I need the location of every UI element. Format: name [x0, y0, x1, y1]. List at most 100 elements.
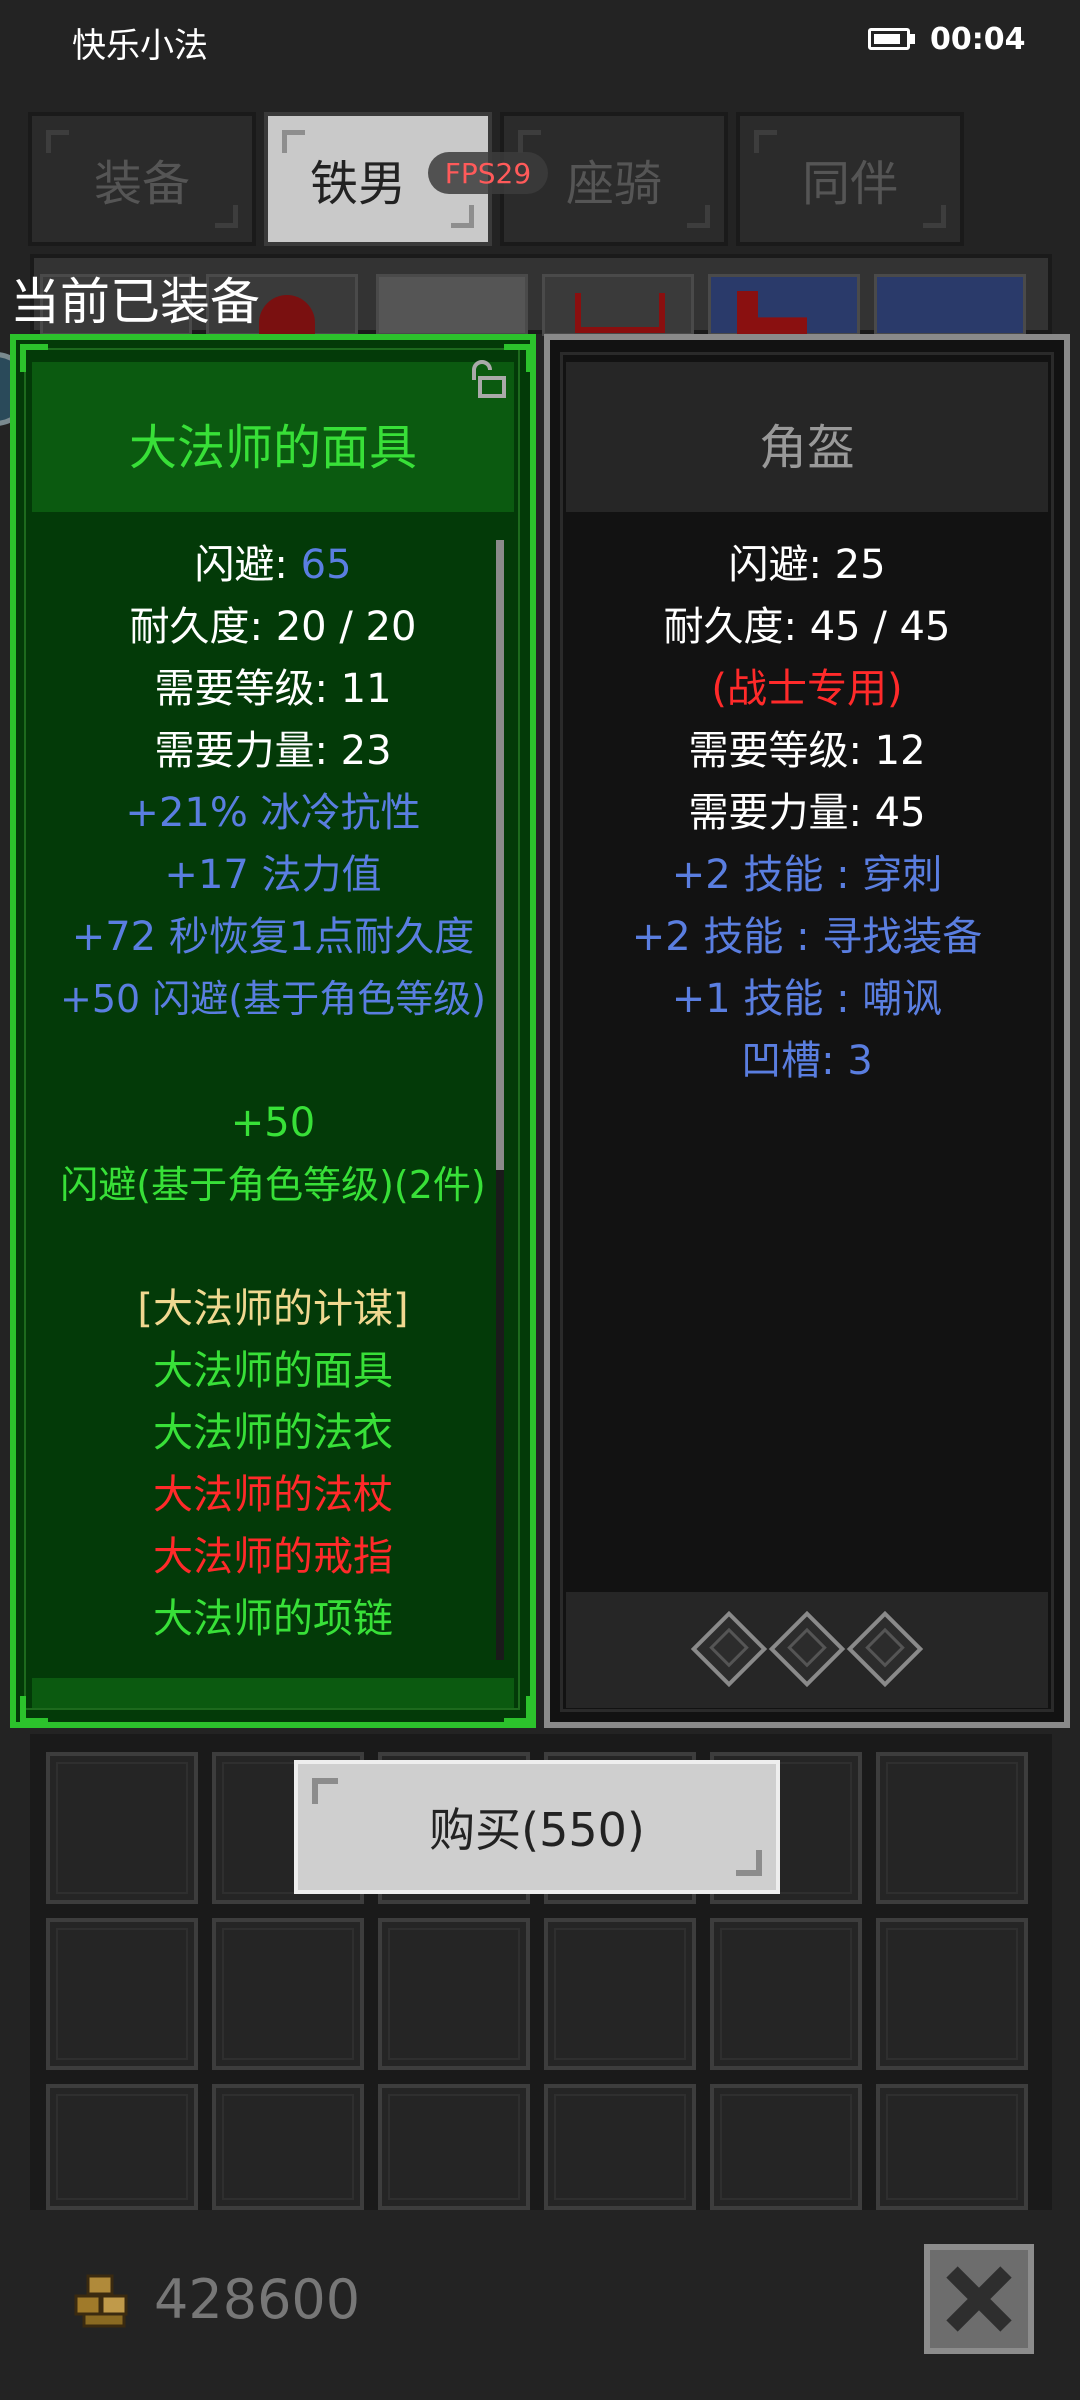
inventory-slot[interactable] [710, 1918, 862, 2070]
equipped-item-stats: 闪避: 65 耐久度: 20 / 20 需要等级: 11 需要力量: 23 +2… [32, 534, 514, 1650]
tab-corner [451, 205, 474, 228]
battery-icon [868, 28, 910, 50]
inventory-slot[interactable] [876, 1752, 1028, 1904]
armor-icon [575, 293, 665, 333]
slot-inner [56, 1928, 188, 2060]
set-bonus-desc: 闪避(基于角色等级)(2件) [60, 1163, 486, 1207]
equipped-label: 当前已装备 [10, 273, 260, 331]
inventory-slot[interactable] [212, 1918, 364, 2070]
stat-req-strength: 需要力量: 23 [154, 728, 392, 774]
equipment-slot[interactable] [542, 274, 694, 336]
stat-durability: 耐久度: 45 / 45 [663, 604, 951, 650]
slot-inner [56, 2094, 188, 2200]
tab-corner [46, 130, 69, 153]
set-piece: 大法师的面具 [153, 1348, 393, 1394]
inventory-slot[interactable] [876, 1918, 1028, 2070]
slot-inner [388, 1928, 520, 2060]
frame-corner [20, 1696, 48, 1724]
set-bonus-value: +50 [230, 1100, 316, 1146]
set-piece: 大法师的法杖 [153, 1472, 393, 1518]
tab-corner [923, 205, 946, 228]
tab-equipment[interactable]: 装备 [28, 112, 256, 246]
equipment-slot[interactable] [874, 274, 1026, 336]
tab-corner [687, 205, 710, 228]
stat-mana: +17 法力值 [164, 852, 382, 898]
tab-label: 装备 [93, 156, 190, 212]
compare-item-stats: 闪避: 25 耐久度: 45 / 45 (战士专用) 需要等级: 12 需要力量… [566, 534, 1048, 1092]
equipment-slot[interactable] [708, 274, 860, 336]
panel-footer [32, 1678, 514, 1708]
tab-corner [282, 130, 305, 153]
inventory-slot[interactable] [378, 2084, 530, 2210]
stat-skill: +2 技能 : 寻找装备 [631, 914, 983, 960]
stat-cold-resist: +21% 冰冷抗性 [125, 790, 421, 836]
close-button[interactable] [924, 2244, 1034, 2354]
stat-req-level: 需要等级: 12 [688, 728, 926, 774]
equipped-item-name: 大法师的面具 [128, 420, 417, 476]
slot-inner [554, 2094, 686, 2200]
stat-dodge-label: 闪避: [194, 542, 301, 588]
inventory-slot[interactable] [544, 2084, 696, 2210]
inventory-slot[interactable] [46, 1918, 198, 2070]
frame-corner [504, 344, 532, 372]
close-icon [946, 2266, 1012, 2332]
stat-repair: +72 秒恢复1点耐久度 [71, 914, 475, 960]
button-corner [736, 1850, 762, 1876]
clock: 00:04 [930, 22, 1026, 57]
tab-corner [518, 130, 541, 153]
slot-inner [554, 1928, 686, 2060]
tab-corner [215, 205, 238, 228]
compare-item-name: 角盔 [758, 420, 855, 476]
boots-icon [737, 291, 807, 335]
battery-tip [910, 34, 915, 44]
stat-req-strength: 需要力量: 45 [688, 790, 926, 836]
inventory-slot[interactable] [710, 2084, 862, 2210]
scrollbar[interactable] [496, 540, 504, 1170]
set-piece: 大法师的法衣 [153, 1410, 393, 1456]
inventory-slot[interactable] [378, 1918, 530, 2070]
tab-companion[interactable]: 同伴 [736, 112, 964, 246]
stat-durability: 耐久度: 20 / 20 [129, 604, 417, 650]
slot-inner [886, 2094, 1018, 2200]
stat-skill: +2 技能 : 穿刺 [671, 852, 943, 898]
inventory-slot[interactable] [544, 1918, 696, 2070]
helmet-icon [259, 295, 315, 335]
tab-label: 座骑 [565, 156, 662, 212]
stat-dodge-value: 65 [300, 542, 352, 588]
slot-inner [720, 2094, 852, 2200]
slot-inner [886, 1928, 1018, 2060]
set-piece: 大法师的戒指 [153, 1534, 393, 1580]
slot-inner [222, 2094, 354, 2200]
stat-dodge-bonus: +50 闪避(基于角色等级) [60, 977, 486, 1021]
inventory-slot[interactable] [46, 2084, 198, 2210]
stat-dodge: 闪避: 25 [728, 542, 886, 588]
slot-inner [222, 1928, 354, 2060]
set-piece: 大法师的项链 [153, 1596, 393, 1642]
buy-button[interactable]: 购买(550) [294, 1760, 780, 1894]
inventory-slot[interactable] [876, 2084, 1028, 2210]
frame-corner [20, 344, 48, 372]
slot-inner [720, 1928, 852, 2060]
inventory-slot[interactable] [46, 1752, 198, 1904]
stat-skill: +1 技能 : 嘲讽 [671, 976, 943, 1022]
buy-button-label: 购买(550) [429, 1803, 645, 1857]
stat-sockets: 凹槽: 3 [741, 1038, 873, 1084]
gold-amount: 428600 [154, 2268, 361, 2331]
scroll-track [496, 1170, 504, 1660]
inventory-slot[interactable] [212, 2084, 364, 2210]
button-corner [312, 1778, 338, 1804]
tab-label: 铁男 [309, 156, 406, 212]
tab-corner [754, 130, 777, 153]
gold-coins-icon [74, 2274, 128, 2328]
slot-inner [886, 1762, 1018, 1894]
slot-inner [56, 1762, 188, 1894]
slot-inner [388, 2094, 520, 2200]
stat-class-restriction: (战士专用) [711, 666, 903, 712]
lock-icon[interactable] [468, 360, 508, 400]
stat-dodge: 闪避: 65 [32, 534, 514, 596]
equipment-slot[interactable] [376, 274, 528, 336]
set-name: [大法师的计谋] [137, 1286, 409, 1332]
app-name: 快乐小法 [72, 26, 208, 66]
